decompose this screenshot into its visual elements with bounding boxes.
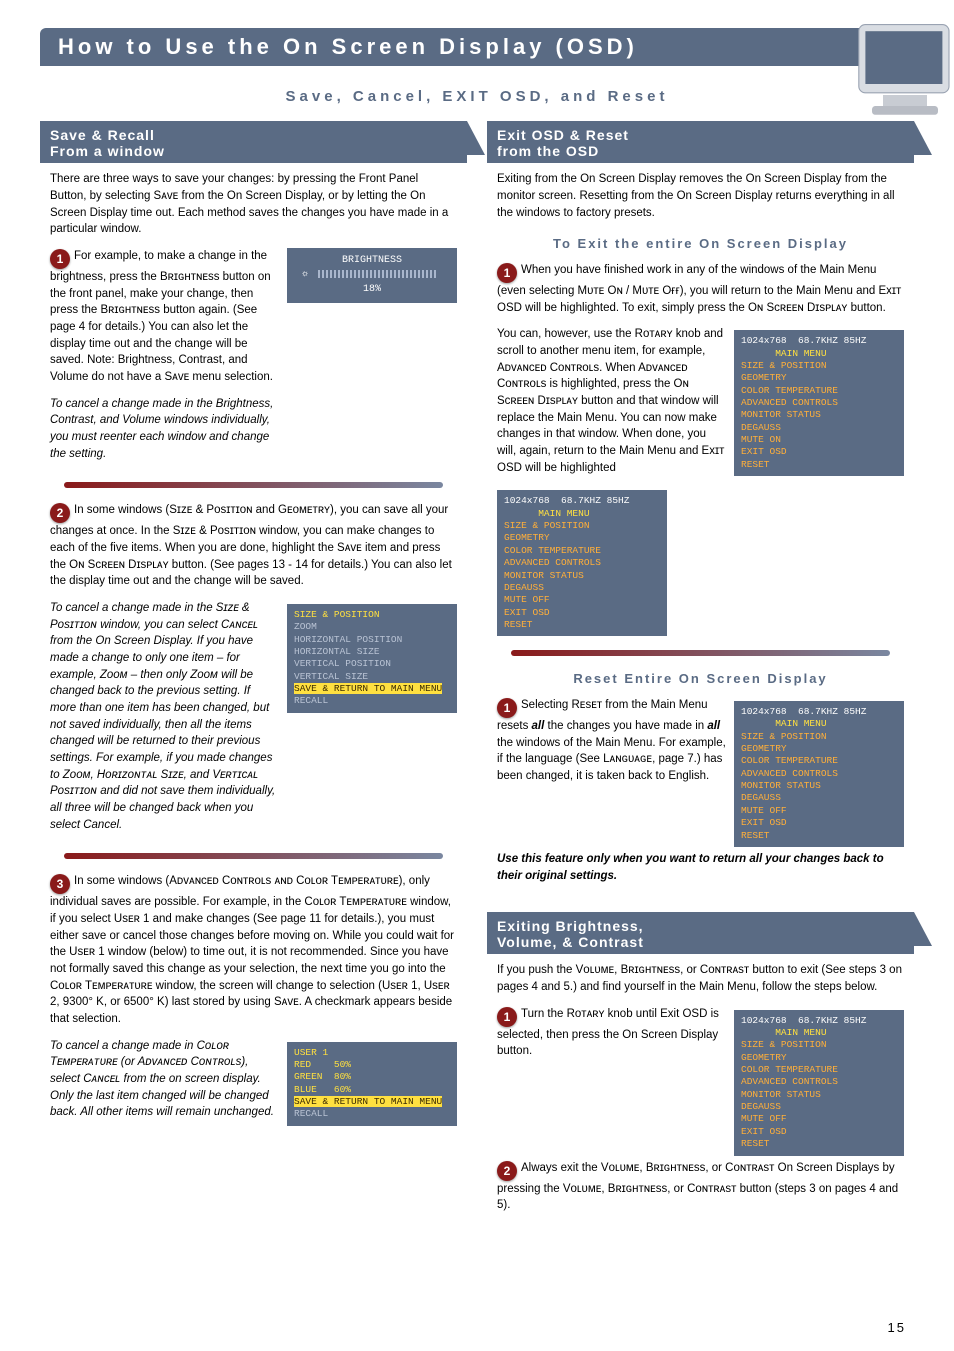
title-text: How to Use the On Screen Display (OSD) <box>58 34 638 59</box>
step2-cancel-note: To cancel a change made in the Sɪᴢᴇ & Pᴏ… <box>50 600 279 833</box>
step-2-badge: 2 <box>50 503 70 523</box>
page-subtitle: Save, Cancel, EXIT OSD, and Reset <box>40 88 914 105</box>
menu-caption: MAIN MENU <box>538 508 589 519</box>
exit-reset-header: Exit OSD & Reset from the OSD <box>487 121 914 163</box>
hdr-line1: Save & Recall <box>50 127 155 143</box>
hdrB-line1: Exiting Brightness, <box>497 918 644 934</box>
reset-post: the windows of the Main Menu. For exampl… <box>497 737 726 782</box>
brightness-value: 18% <box>363 284 381 295</box>
menu2-items: SIZE & POSITION GEOMETRY COLOR TEMPERATU… <box>504 520 601 630</box>
sizepos-title: SIZE & POSITION <box>294 609 380 620</box>
user1-osd: USER 1 RED 50% GREEN 80% BLUE 60% SAVE &… <box>287 1042 457 1126</box>
reset-mid: the changes you have made in <box>544 720 707 732</box>
bvc-intro: If you push the Vᴏʟᴜᴍᴇ, Bʀɪɢʜᴛɴᴇss, or C… <box>497 962 904 995</box>
menu-caption: MAIN MENU <box>775 348 826 359</box>
sizepos-lines: ZOOM HORIZONTAL POSITION HORIZONTAL SIZE… <box>294 621 402 681</box>
exit-reset-intro: Exiting from the On Screen Display remov… <box>497 171 904 221</box>
step-1-badge: 1 <box>50 249 70 269</box>
step1-cancel-note: To cancel a change made in the Brightnes… <box>50 396 279 463</box>
step3-text: In some windows (Aᴅᴠᴀɴᴄᴇᴅ Cᴏɴᴛʀᴏʟs ᴀɴᴅ C… <box>50 875 454 1025</box>
divider <box>511 650 890 656</box>
menu-caption: MAIN MENU <box>775 718 826 729</box>
monitor-illustration <box>850 18 954 128</box>
main-menu-osd-1: 1024x768 68.7KHZ 85HZ MAIN MENU SIZE & P… <box>734 330 904 476</box>
bvc-step-1-badge: 1 <box>497 1007 517 1027</box>
reset-all2: all <box>707 720 720 732</box>
main-menu-osd-3: 1024x768 68.7KHZ 85HZ MAIN MENU SIZE & P… <box>734 701 904 847</box>
hdrA-line1: Exit OSD & Reset <box>497 127 629 143</box>
reset-entire-subheader: Reset Entire On Screen Display <box>497 670 904 689</box>
main-menu-osd-4: 1024x768 68.7KHZ 85HZ MAIN MENU SIZE & P… <box>734 1010 904 1156</box>
reset-step-1-badge: 1 <box>497 698 517 718</box>
user1-rows: RED 50% GREEN 80% BLUE 60% <box>294 1059 351 1095</box>
bvc-step1: Turn the Rᴏᴛᴀʀʏ knob until Exit OSD is s… <box>497 1008 719 1058</box>
step-3-badge: 3 <box>50 874 70 894</box>
main-menu-osd-2: 1024x768 68.7KHZ 85HZ MAIN MENU SIZE & P… <box>497 490 667 636</box>
step1-text: For example, to make a change in the bri… <box>50 250 273 383</box>
bvc-step-2-badge: 2 <box>497 1161 517 1181</box>
menu-items: SIZE & POSITION GEOMETRY COLOR TEMPERATU… <box>741 360 838 470</box>
hdrB-line2: Volume, & Contrast <box>497 934 644 950</box>
menu4-items: SIZE & POSITION GEOMETRY COLOR TEMPERATU… <box>741 1039 838 1149</box>
mode-line: 1024x768 68.7KHZ 85HZ <box>504 495 629 506</box>
exit-step-1-badge: 1 <box>497 263 517 283</box>
mode-line: 1024x768 68.7KHZ 85HZ <box>741 1015 866 1026</box>
mode-line: 1024x768 68.7KHZ 85HZ <box>741 335 866 346</box>
save-recall-header: Save & Recall From a window <box>40 121 467 163</box>
brightness-label: BRIGHTNESS <box>293 254 451 269</box>
page-title: How to Use the On Screen Display (OSD) <box>40 28 914 66</box>
menu-caption: MAIN MENU <box>775 1027 826 1038</box>
mode-line: 1024x768 68.7KHZ 85HZ <box>741 706 866 717</box>
hdr-line2: From a window <box>50 143 165 159</box>
save-recall-intro: There are three ways to save your change… <box>50 171 457 238</box>
menu3-items: SIZE & POSITION GEOMETRY COLOR TEMPERATU… <box>741 731 838 841</box>
user1-title: USER 1 <box>294 1047 328 1058</box>
reset-all1: all <box>532 720 545 732</box>
exit-step1a: When you have finished work in any of th… <box>497 264 901 314</box>
size-position-osd: SIZE & POSITION ZOOM HORIZONTAL POSITION… <box>287 604 457 713</box>
exit-step1b: You can, however, use the Rᴏᴛᴀʀʏ knob an… <box>497 326 726 476</box>
divider <box>64 853 443 859</box>
reset-warning: Use this feature only when you want to r… <box>497 851 904 884</box>
sizepos-recall: RECALL <box>294 695 328 706</box>
brightness-osd: BRIGHTNESS ☼ 18% <box>287 248 457 304</box>
exit-entire-subheader: To Exit the entire On Screen Display <box>497 235 904 254</box>
bvc-step2: Always exit the Vᴏʟᴜᴍᴇ, Bʀɪɢʜᴛɴᴇss, or C… <box>497 1162 898 1212</box>
page-number: 15 <box>888 1320 906 1335</box>
user1-save: SAVE & RETURN TO MAIN MENU <box>294 1096 442 1107</box>
step3-cancel-note: To cancel a change made in Cᴏʟᴏʀ Tᴇᴍᴘᴇʀᴀ… <box>50 1038 279 1121</box>
exiting-bvc-header: Exiting Brightness, Volume, & Contrast <box>487 912 914 954</box>
step2-text: In some windows (Sɪᴢᴇ & Pᴏsɪᴛɪᴏɴ and Gᴇᴏ… <box>50 504 452 587</box>
hdrA-line2: from the OSD <box>497 143 599 159</box>
divider <box>64 482 443 488</box>
user1-recall: RECALL <box>294 1108 328 1119</box>
sizepos-save: SAVE & RETURN TO MAIN MENU <box>294 683 442 694</box>
